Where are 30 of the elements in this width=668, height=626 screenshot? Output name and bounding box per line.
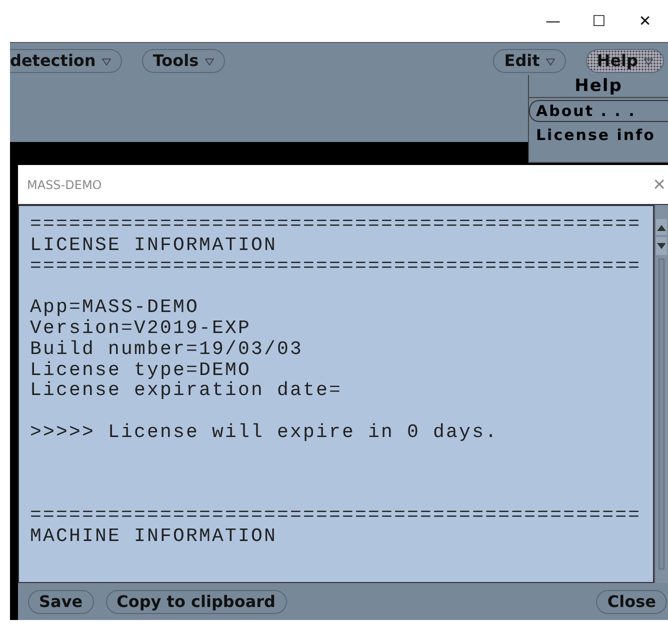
text-line: =============================================== xyxy=(30,256,642,276)
dialog-button[interactable]: Copy to clipboard xyxy=(106,590,286,614)
menu-title: Help xyxy=(529,75,668,98)
dialog-button[interactable]: Save xyxy=(28,590,94,614)
dialog-button[interactable]: Close xyxy=(596,590,667,614)
text-line: =============================================== xyxy=(30,214,642,235)
text-line: App=MASS-DEMO xyxy=(30,297,200,318)
dropdown-arrow-icon xyxy=(204,58,214,66)
menu-item[interactable]: License info xyxy=(529,124,668,146)
text-line: License expiration date= xyxy=(30,380,342,402)
menu-button[interactable]: detection xyxy=(10,49,122,73)
text-line: >>>>> License will expire in 0 days. xyxy=(30,422,498,443)
menu-button[interactable]: Tools xyxy=(142,49,225,73)
dropdown-arrow-icon xyxy=(644,58,653,66)
dropdown-arrow-icon xyxy=(546,58,555,66)
dropdown-arrow-icon xyxy=(102,58,111,66)
text-line: =============================================== xyxy=(30,505,642,526)
text-line: Version=V2019-EXP xyxy=(30,318,252,339)
text-line: License type=DEMO xyxy=(30,360,252,380)
scrollbar[interactable] xyxy=(654,205,668,583)
dialog-title: MASS-DEMO xyxy=(26,178,102,192)
menu-button[interactable]: Edit xyxy=(493,49,566,73)
window-control-button[interactable]: ☐ xyxy=(576,0,622,42)
window-control-button[interactable]: ✕ xyxy=(622,0,668,42)
text-line: LICENSE INFORMATION xyxy=(30,234,278,256)
window-control-button[interactable]: — xyxy=(530,0,576,42)
text-line: Build number=19/03/03 xyxy=(30,338,304,360)
text-line: MACHINE INFORMATION xyxy=(30,526,278,547)
close-button[interactable]: ✕ xyxy=(652,175,668,194)
menu-item[interactable]: About . . . xyxy=(529,100,668,122)
